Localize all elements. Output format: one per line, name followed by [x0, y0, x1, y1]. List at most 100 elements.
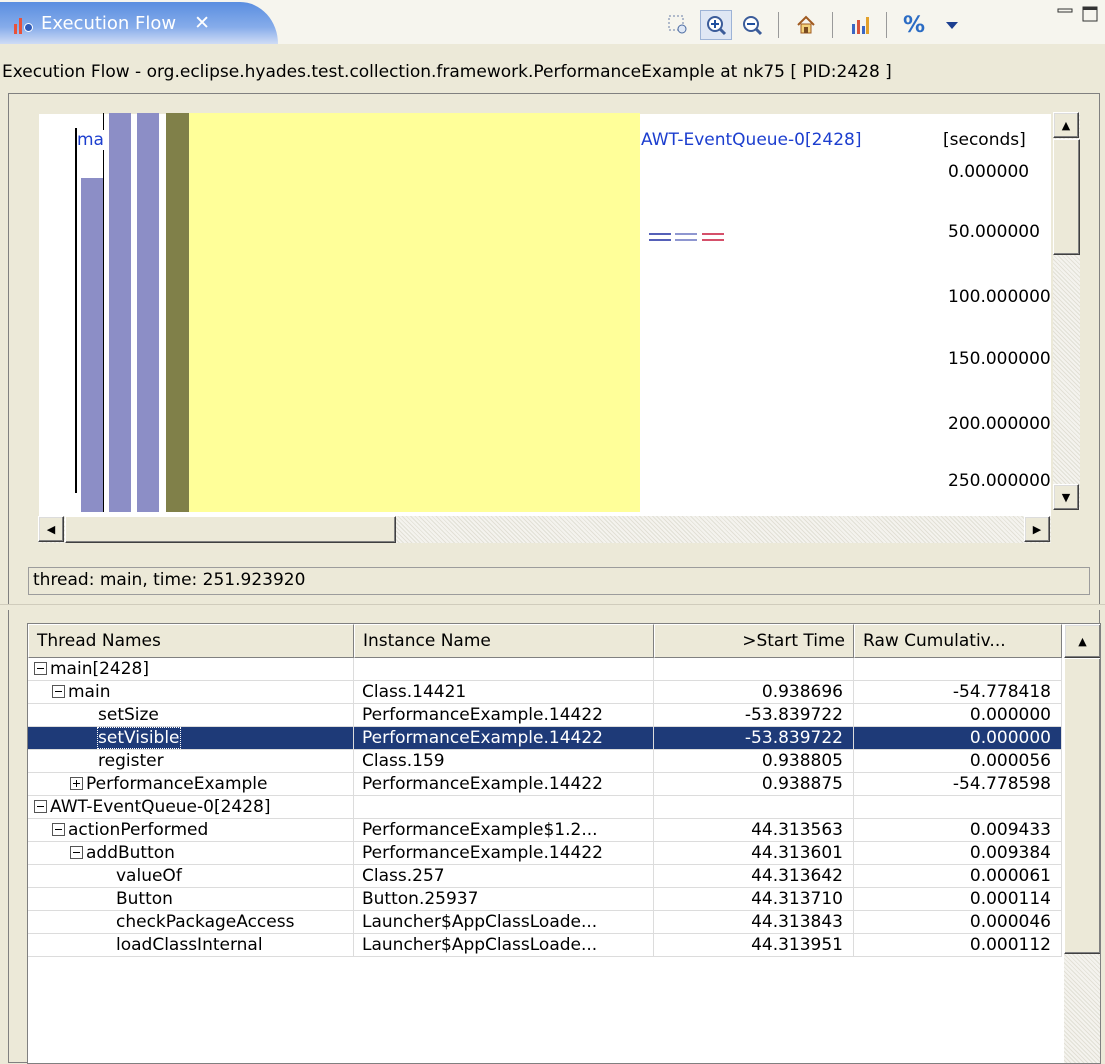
method-invocation-table[interactable]: Thread Names Instance Name >Start Time R… [27, 623, 1101, 1064]
cell-raw-cumulative: 0.000056 [854, 750, 1062, 773]
event-marker[interactable] [702, 233, 724, 241]
time-tick: 150.000000 [948, 349, 1050, 369]
cell-raw-cumulative: -54.778598 [854, 773, 1062, 796]
minimize-icon[interactable] [1057, 6, 1073, 22]
arrow-up-icon: ▲ [1061, 118, 1071, 132]
method-bar[interactable] [109, 113, 131, 512]
cell-raw-cumulative: 0.000046 [854, 911, 1062, 934]
execution-flow-icon [14, 12, 33, 34]
row-label: actionPerformed [68, 820, 209, 840]
expand-icon[interactable] [70, 777, 83, 790]
cell-start-time: 44.313563 [654, 819, 854, 842]
home-icon [797, 15, 815, 34]
method-region[interactable] [189, 113, 640, 512]
time-tick: 0.000000 [948, 162, 1030, 182]
row-label: register [98, 751, 164, 771]
method-bar[interactable] [166, 113, 189, 512]
bar-divider [103, 113, 104, 512]
table-header: Thread Names Instance Name >Start Time R… [28, 624, 1062, 658]
horizontal-scroll-thumb[interactable] [65, 516, 396, 543]
table-row[interactable]: main[2428] [28, 658, 1062, 681]
collapse-icon[interactable] [34, 800, 47, 813]
table-row[interactable]: setSize PerformanceExample.14422 -53.83972… [28, 704, 1062, 727]
method-bar[interactable] [137, 113, 159, 512]
home-button[interactable] [790, 10, 822, 40]
table-row[interactable]: PerformanceExample PerformanceExample.144… [28, 773, 1062, 796]
table-row[interactable]: loadClassInternal Launcher$AppClassLoade.… [28, 934, 1062, 957]
cell-thread-name: main[2428] [28, 658, 354, 681]
zoom-in-button[interactable] [700, 10, 732, 40]
view-header: Execution Flow - org.eclipse.hyades.test… [2, 62, 892, 82]
row-label: main[2428] [50, 659, 150, 679]
table-row[interactable]: checkPackageAccess Launcher$AppClassLoade… [28, 911, 1062, 934]
cell-raw-cumulative: 0.000000 [854, 704, 1062, 727]
collapse-icon[interactable] [52, 823, 65, 836]
vertical-scroll-thumb[interactable] [1053, 139, 1080, 255]
table-row[interactable]: valueOf Class.257 44.313642 0.000061 [28, 865, 1062, 888]
cell-thread-name: PerformanceExample [28, 773, 354, 796]
event-marker[interactable] [675, 233, 697, 241]
cell-start-time: 44.313642 [654, 865, 854, 888]
open-graph-button[interactable] [844, 10, 876, 40]
zoom-area-button[interactable] [662, 10, 694, 40]
collapse-icon[interactable] [52, 685, 65, 698]
tab-title: Execution Flow [41, 12, 177, 34]
cell-raw-cumulative: 0.000061 [854, 865, 1062, 888]
collapse-icon[interactable] [70, 846, 83, 859]
thread-label-awt: AWT-EventQueue-0[2428] [641, 130, 862, 150]
cell-raw-cumulative: -54.778418 [854, 681, 1062, 704]
cell-thread-name: loadClassInternal [28, 934, 354, 957]
method-bar[interactable] [81, 178, 103, 512]
cell-thread-name: addButton [28, 842, 354, 865]
cell-raw-cumulative [854, 796, 1062, 819]
time-tick: 50.000000 [948, 222, 1040, 242]
table-row[interactable]: addButton PerformanceExample.14422 44.3136… [28, 842, 1062, 865]
pane-sash[interactable] [0, 604, 1105, 610]
time-tick: 200.000000 [948, 414, 1050, 434]
cell-start-time: 44.313601 [654, 842, 854, 865]
tab-execution-flow[interactable]: Execution Flow ✕ [0, 2, 278, 44]
scroll-up-button[interactable]: ▲ [1053, 112, 1079, 138]
scroll-down-button[interactable]: ▼ [1053, 484, 1079, 510]
cell-instance-name: PerformanceExample$1.2... [354, 819, 654, 842]
cell-start-time: 44.313710 [654, 888, 854, 911]
table-scroll-up-button[interactable]: ▲ [1064, 624, 1100, 658]
table-row[interactable]: main Class.14421 0.938696 -54.778418 [28, 681, 1062, 704]
row-label: PerformanceExample [86, 774, 268, 794]
cell-thread-name: AWT-EventQueue-0[2428] [28, 796, 354, 819]
scroll-left-button[interactable]: ◀ [38, 516, 64, 542]
column-header-raw-cumulative[interactable]: Raw Cumulativ... [854, 624, 1062, 658]
cell-start-time: 0.938696 [654, 681, 854, 704]
table-row[interactable]: AWT-EventQueue-0[2428] [28, 796, 1062, 819]
column-header-start-time[interactable]: >Start Time [654, 624, 854, 658]
percent-button[interactable]: % [898, 10, 930, 40]
column-header-instance-name[interactable]: Instance Name [354, 624, 654, 658]
cell-raw-cumulative: 0.000000 [854, 727, 1062, 750]
view-menu-button[interactable] [936, 10, 968, 40]
collapse-icon[interactable] [34, 662, 47, 675]
event-marker[interactable] [649, 233, 671, 241]
zoom-out-button[interactable] [736, 10, 768, 40]
table-row[interactable]: Button Button.25937 44.313710 0.000114 [28, 888, 1062, 911]
cell-instance-name: Class.159 [354, 750, 654, 773]
scroll-right-button[interactable]: ▶ [1024, 516, 1050, 542]
table-row[interactable]: register Class.159 0.938805 0.000056 [28, 750, 1062, 773]
time-unit-label: [seconds] [943, 130, 1026, 150]
cell-start-time: 44.313843 [654, 911, 854, 934]
percent-icon: % [902, 12, 926, 38]
table-row[interactable]: setVisible PerformanceExample.14422 -53.83… [28, 727, 1062, 750]
table-vertical-scroll-thumb[interactable] [1064, 658, 1100, 954]
cell-instance-name: PerformanceExample.14422 [354, 727, 654, 750]
maximize-icon[interactable] [1082, 6, 1098, 22]
tab-close-button[interactable]: ✕ [194, 12, 210, 34]
zoom-area-icon [668, 15, 687, 34]
table-row[interactable]: actionPerformed PerformanceExample$1.2...… [28, 819, 1062, 842]
toolbar-separator [832, 12, 833, 38]
status-line: thread: main, time: 251.923920 [28, 567, 1090, 595]
thread-label-main: ma [77, 130, 104, 150]
cell-start-time: 44.313951 [654, 934, 854, 957]
toolbar-separator [886, 12, 887, 38]
column-header-thread-names[interactable]: Thread Names [28, 624, 354, 658]
arrow-right-icon: ▶ [1032, 522, 1042, 536]
row-label: addButton [86, 843, 175, 863]
